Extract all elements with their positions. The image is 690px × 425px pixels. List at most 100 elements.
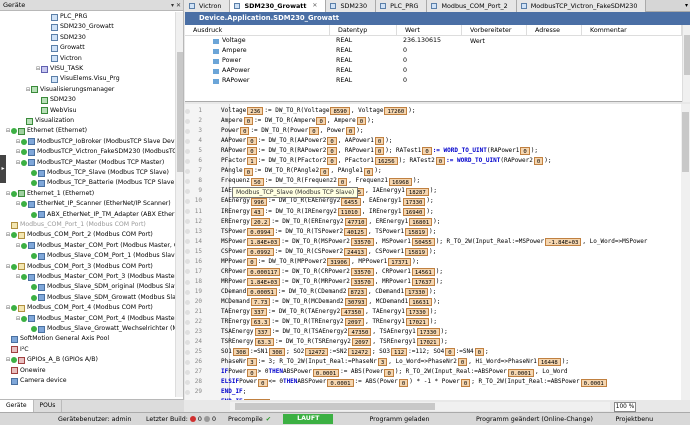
status-precompile[interactable]: Precompile ✔ bbox=[222, 416, 277, 423]
tree-item[interactable]: Modbus_COM_Port_1 (Modbus COM Port) bbox=[5, 220, 146, 230]
inline-value-monitor[interactable]: 0.000117 bbox=[247, 268, 281, 276]
breakpoint-marker-icon[interactable] bbox=[185, 168, 190, 174]
inline-value-monitor[interactable]: 0.0992 bbox=[247, 247, 274, 256]
collapse-handle[interactable]: ▸ bbox=[0, 155, 6, 183]
breakpoint-marker-icon[interactable] bbox=[185, 229, 190, 235]
inline-value-monitor[interactable]: 14561 bbox=[411, 268, 435, 276]
inline-value-monitor[interactable]: 0 bbox=[337, 177, 348, 186]
breakpoint-marker-icon[interactable] bbox=[185, 199, 190, 205]
tree-scrollbar[interactable] bbox=[175, 12, 183, 397]
breakpoint-marker-icon[interactable] bbox=[185, 108, 190, 114]
inline-value-monitor[interactable]: 17260 bbox=[384, 107, 408, 116]
breakpoint-marker-icon[interactable] bbox=[185, 329, 190, 335]
tree-item[interactable]: Growatt bbox=[45, 43, 85, 53]
tree-item[interactable]: PLC_PRG bbox=[45, 12, 87, 22]
inline-value-monitor[interactable]: 16968 bbox=[389, 177, 412, 186]
inline-value-monitor[interactable]: 0 bbox=[457, 358, 468, 367]
tree-item[interactable]: ⊟ EtherNet_IP_Scanner (EtherNet/IP Scanne… bbox=[15, 199, 171, 209]
tree-item[interactable]: ⊟ GPIOs_A_B (GPIOs A/B) bbox=[5, 355, 98, 365]
inline-value-monitor[interactable]: 0 bbox=[320, 167, 330, 176]
editor-tab[interactable]: Modbus_COM_Port_2 bbox=[427, 0, 517, 12]
watch-row[interactable]: Ampere REAL 0 bbox=[185, 46, 690, 56]
inline-value-monitor[interactable]: 308 bbox=[269, 348, 286, 357]
inline-value-monitor[interactable]: 0 bbox=[398, 378, 409, 387]
breakpoint-marker-icon[interactable] bbox=[185, 128, 190, 134]
inline-value-monitor[interactable]: 17330 bbox=[416, 328, 440, 337]
tree-item[interactable]: Onewire bbox=[5, 366, 46, 376]
inline-value-monitor[interactable]: 0 bbox=[243, 167, 254, 176]
inline-value-monitor[interactable]: 3 bbox=[377, 358, 388, 367]
tree-item[interactable]: SDM230 bbox=[35, 95, 76, 105]
inline-value-monitor[interactable]: 0 bbox=[345, 127, 356, 136]
breakpoint-marker-icon[interactable] bbox=[185, 309, 190, 315]
inline-value-monitor[interactable]: 0 bbox=[363, 167, 374, 176]
breakpoint-marker-icon[interactable] bbox=[185, 239, 190, 245]
tree-item[interactable]: SDM230 bbox=[45, 33, 86, 43]
inline-value-monitor[interactable]: 308 bbox=[232, 348, 249, 357]
tree-item[interactable]: WebVisu bbox=[35, 106, 76, 116]
inline-value-monitor[interactable]: 1.84E+03 bbox=[247, 278, 281, 287]
inline-value-monitor[interactable]: 12472 bbox=[305, 348, 329, 357]
inline-value-monitor[interactable]: 0 bbox=[422, 147, 432, 156]
breakpoint-marker-icon[interactable] bbox=[185, 148, 190, 154]
inline-value-monitor[interactable]: 17021 bbox=[416, 338, 440, 347]
breakpoint-marker-icon[interactable] bbox=[185, 138, 190, 144]
tabs-overflow-button[interactable]: ▾ bbox=[685, 0, 688, 12]
breakpoint-marker-icon[interactable] bbox=[185, 118, 190, 124]
inline-value-monitor[interactable]: 12472 bbox=[348, 348, 371, 357]
watch-scrollbar-thumb[interactable] bbox=[684, 35, 690, 75]
inline-value-monitor[interactable]: 236 bbox=[247, 107, 264, 116]
code-vertical-scrollbar[interactable] bbox=[681, 104, 690, 400]
inline-value-monitor[interactable]: 18287 bbox=[405, 187, 429, 196]
inline-value-monitor[interactable]: 2097 bbox=[344, 318, 365, 327]
tree-item[interactable]: ⊟ModbusTCP_Victron_FakeSDM230 (ModbusTCP… bbox=[15, 147, 176, 157]
tree-item[interactable]: ⊟ Visualisierungsmanager bbox=[25, 85, 114, 95]
inline-value-monitor[interactable]: 0 bbox=[474, 348, 485, 357]
inline-value-monitor[interactable]: 43 bbox=[250, 207, 264, 216]
col-vorbereiteter-wert[interactable]: Vorbereiteter Wert bbox=[462, 25, 527, 45]
tree-item[interactable]: Modbus_Slave_SDM_Growatt (Modbus Slave bbox=[25, 293, 176, 303]
breakpoint-marker-icon[interactable] bbox=[185, 390, 190, 396]
inline-value-monitor[interactable]: 0 bbox=[247, 137, 257, 146]
tree-item[interactable]: Camera device bbox=[5, 376, 67, 386]
inline-value-monitor[interactable]: 0.0001 bbox=[507, 368, 535, 377]
inline-value-monitor[interactable]: 17330 bbox=[402, 197, 426, 206]
code-hscroll-thumb[interactable] bbox=[235, 403, 435, 410]
tree-item[interactable]: Modbus_Slave_SDM_original (Modbus Slave bbox=[25, 282, 176, 292]
tree-item[interactable]: Modbus_Slave_Growatt_Wechselrichter (Mo bbox=[25, 324, 176, 334]
tree-item[interactable]: Victron bbox=[45, 54, 82, 64]
tree-item[interactable]: ⊟ Modbus_COM_Port_2 (Modbus COM Port) bbox=[5, 230, 153, 240]
inline-value-monitor[interactable]: 47350 bbox=[341, 308, 365, 317]
editor-tab[interactable]: Victron bbox=[185, 0, 231, 12]
inline-value-monitor[interactable]: 0 bbox=[374, 137, 385, 146]
breakpoint-marker-icon[interactable] bbox=[185, 349, 190, 355]
inline-value-monitor[interactable]: 17371 bbox=[388, 257, 412, 266]
breakpoint-marker-icon[interactable] bbox=[185, 380, 190, 386]
tree-item[interactable]: ⊟ Modbus_COM_Port_4 (Modbus COM Port) bbox=[5, 303, 153, 313]
inline-value-monitor[interactable]: 11010 bbox=[337, 207, 361, 216]
breakpoint-marker-icon[interactable] bbox=[185, 319, 190, 325]
inline-value-monitor[interactable]: 0 bbox=[460, 378, 471, 387]
inline-value-monitor[interactable]: 0 bbox=[374, 147, 385, 156]
inline-value-monitor[interactable]: -1.84E+03 bbox=[545, 237, 582, 246]
inline-value-monitor[interactable]: 337 bbox=[254, 328, 271, 337]
tree-item[interactable]: I²C bbox=[5, 345, 29, 355]
watch-row[interactable]: AAPower REAL 0 bbox=[185, 66, 690, 76]
tree-item[interactable]: VisuElems.Visu_Prg bbox=[45, 74, 120, 84]
inline-value-monitor[interactable]: 33570 bbox=[350, 278, 374, 287]
breakpoint-marker-icon[interactable] bbox=[185, 359, 190, 365]
inline-value-monitor[interactable]: 0 bbox=[247, 147, 257, 156]
inline-value-monitor[interactable]: 1 bbox=[247, 157, 257, 166]
col-wert[interactable]: Wert bbox=[397, 25, 462, 35]
inline-value-monitor[interactable]: 3 bbox=[247, 358, 257, 367]
col-datentyp[interactable]: Datentyp bbox=[330, 25, 397, 35]
inline-value-monitor[interactable]: 63.3 bbox=[254, 338, 274, 347]
tree-item[interactable]: ⊟ Modbus_Master_COM_Port (Modbus Master, … bbox=[15, 241, 176, 251]
inline-value-monitor[interactable]: 0 bbox=[533, 157, 544, 166]
breakpoint-marker-icon[interactable] bbox=[185, 369, 190, 375]
editor-tab[interactable]: SDM230_Growatt ✕ bbox=[230, 0, 327, 12]
inline-value-monitor[interactable]: 0 bbox=[356, 117, 367, 126]
breakpoint-marker-icon[interactable] bbox=[185, 289, 190, 295]
tree-item[interactable]: ⊟ Modbus_COM_Port_3 (Modbus COM Port) bbox=[5, 262, 153, 272]
inline-value-monitor[interactable]: 16448 bbox=[537, 358, 561, 367]
